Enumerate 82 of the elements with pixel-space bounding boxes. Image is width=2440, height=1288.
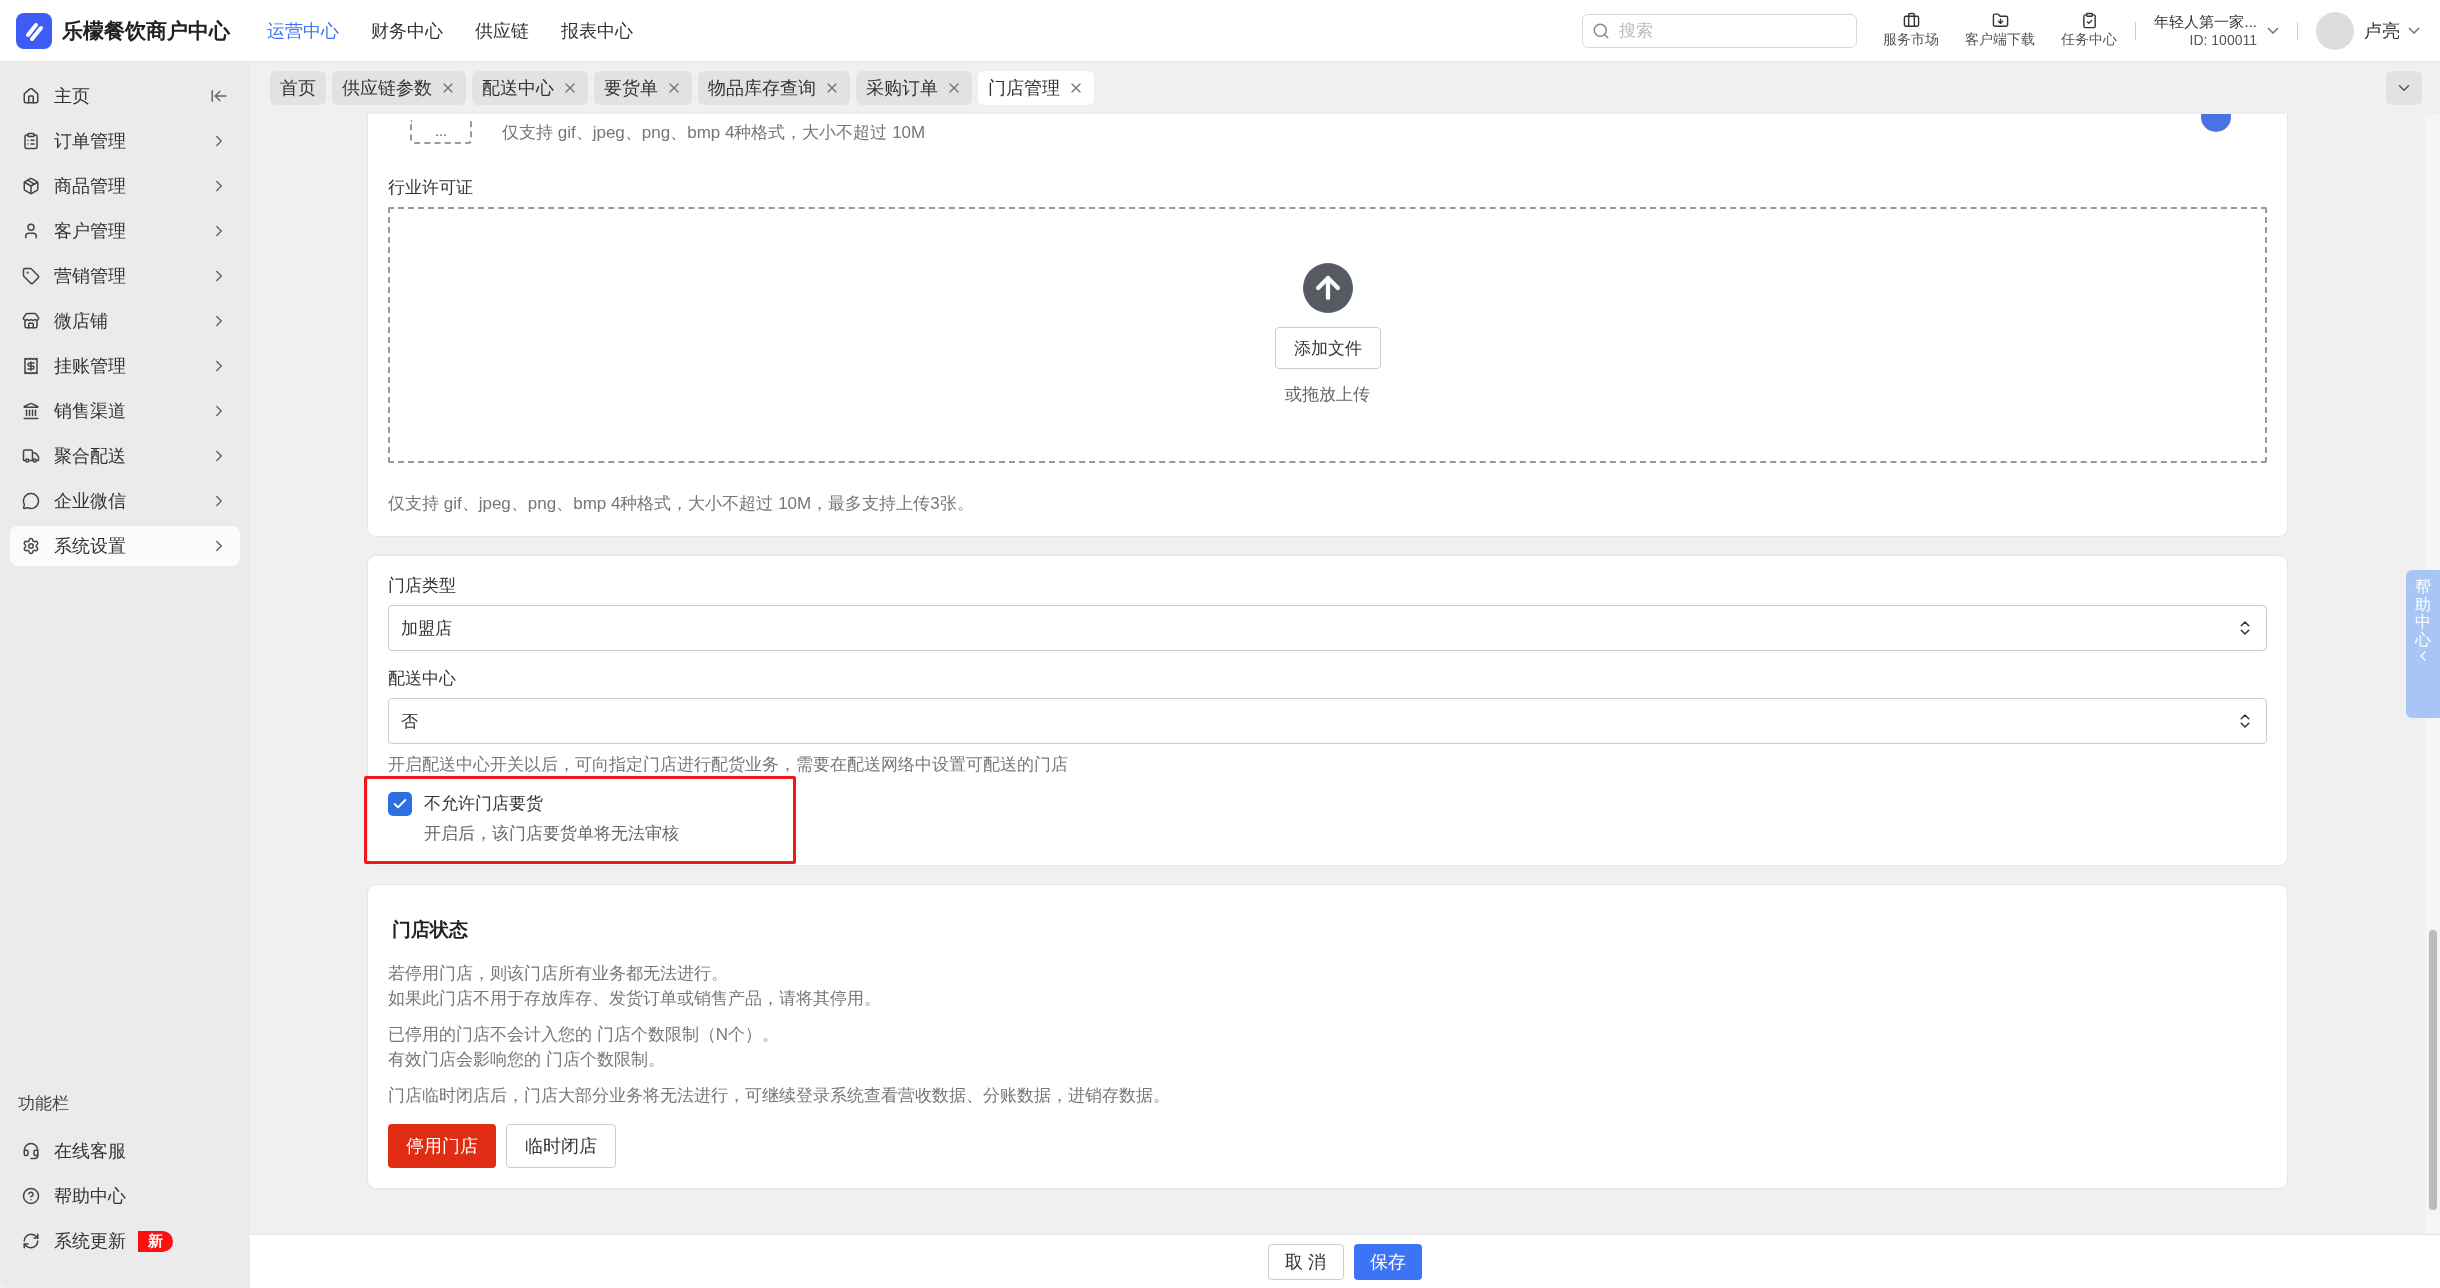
page-tab[interactable]: 首页 xyxy=(270,71,326,105)
toolbar-link[interactable]: 客户端下载 xyxy=(1965,12,2036,49)
action-button[interactable]: 停用门店 xyxy=(388,1124,496,1168)
refresh-icon xyxy=(22,1232,40,1250)
briefcase-icon xyxy=(1903,12,1920,29)
new-badge: 新 xyxy=(138,1230,173,1252)
add-file-button[interactable]: 添加文件 xyxy=(1274,327,1381,369)
chevron-down-icon xyxy=(2408,27,2420,34)
section-title: 功能栏 xyxy=(18,1093,70,1115)
distribution-select[interactable]: 否 xyxy=(388,698,2267,744)
home-icon xyxy=(22,87,40,105)
upload-icon xyxy=(1302,263,1353,313)
description-text: 如果此门店不用于存放库存、发货订单或销售产品，请将其停用。 xyxy=(388,988,882,1010)
nav-item[interactable]: 运营中心 xyxy=(267,18,339,43)
sidebar-item[interactable]: 客户管理 xyxy=(10,211,240,251)
page-tab[interactable]: 供应链参数 xyxy=(332,71,466,105)
description-text: 有效门店会影响您的 门店个数限制。 xyxy=(388,1049,666,1071)
description-text: 若停用门店，则该门店所有业务都无法进行。 xyxy=(388,962,729,985)
search-field[interactable]: 搜索 xyxy=(1582,13,1858,48)
page-tab[interactable]: 要货单 xyxy=(594,71,692,105)
page-tab[interactable]: 配送中心 xyxy=(472,71,588,105)
sidebar-item[interactable]: 聚合配送 xyxy=(10,436,240,476)
folder-download-icon xyxy=(1992,12,2009,29)
tag-icon xyxy=(22,267,40,285)
logo-icon xyxy=(16,12,52,49)
sidebar-item[interactable]: 主页 xyxy=(10,76,240,116)
checkbox[interactable] xyxy=(388,791,412,816)
checkbox-description: 开启后，该门店要货单将无法审核 xyxy=(424,822,680,845)
help-icon xyxy=(22,1187,40,1205)
function-item[interactable]: 系统更新 新 xyxy=(10,1221,240,1261)
user-name[interactable]: 卢亮 xyxy=(2364,18,2400,43)
sidebar-item[interactable]: 营销管理 xyxy=(10,256,240,296)
settings-icon xyxy=(22,537,40,555)
field-label: 行业许可证 xyxy=(388,176,474,199)
headset-icon xyxy=(22,1142,40,1160)
toolbar-link[interactable]: 服务市场 xyxy=(1883,12,1940,49)
field-label: 配送中心 xyxy=(388,668,457,690)
description-text: 门店临时闭店后，门店大部分业务将无法进行，可继续登录系统查看营收数据、分账数据，进销存数据。 xyxy=(388,1084,1171,1107)
nav-item[interactable]: 报表中心 xyxy=(561,18,633,43)
function-item[interactable]: 在线客服 xyxy=(10,1131,240,1171)
clipboard-check-icon xyxy=(2081,12,2098,29)
page-tab[interactable]: 门店管理 xyxy=(978,71,1094,105)
list-icon xyxy=(22,132,40,150)
action-button[interactable]: 临时闭店 xyxy=(506,1124,616,1168)
sidebar-item[interactable]: 系统设置 xyxy=(10,526,240,566)
upload-hint: 仅支持 gif、jpeg、png、bmp 4种格式，大小不超过 10M，最多支持上传3张。 xyxy=(388,492,975,515)
upload-thumbnail[interactable]: ... xyxy=(410,120,472,144)
nav-item[interactable]: 财务中心 xyxy=(371,18,443,43)
account-switcher[interactable]: 年轻人第一家... ID: 100011 xyxy=(2154,13,2257,48)
field-label: 门店类型 xyxy=(388,575,457,597)
footer-button[interactable]: 取 消 xyxy=(1268,1243,1344,1280)
description-text: 已停用的门店不会计入您的 门店个数限制（N个）。 xyxy=(388,1023,780,1046)
upload-hint: 仅支持 gif、jpeg、png、bmp 4种格式，大小不超过 10M xyxy=(502,122,926,144)
sidebar-item[interactable]: 挂账管理 xyxy=(10,346,240,386)
function-item[interactable]: 帮助中心 xyxy=(10,1176,240,1216)
sidebar-item[interactable]: 企业微信 xyxy=(10,481,240,521)
card-title: 门店状态 xyxy=(392,917,469,942)
sidebar-item[interactable]: 订单管理 xyxy=(10,121,240,161)
toolbar-link[interactable]: 任务中心 xyxy=(2061,12,2118,49)
bank-icon xyxy=(22,402,40,420)
page-tab[interactable]: 采购订单 xyxy=(856,71,972,105)
package-icon xyxy=(22,177,40,195)
truck-icon xyxy=(22,447,40,465)
sidebar-item[interactable]: 销售渠道 xyxy=(10,391,240,431)
chat-icon xyxy=(22,492,40,510)
page-tab[interactable]: 物品库存查询 xyxy=(698,71,850,105)
field-hint: 开启配送中心开关以后，可向指定门店进行配货业务，需要在配送网络中设置可配送的门店 xyxy=(388,754,1069,776)
collapse-icon xyxy=(210,87,228,105)
store-icon xyxy=(22,312,40,330)
sidebar-item[interactable]: 微店铺 xyxy=(10,301,240,341)
search-icon xyxy=(1592,21,1611,40)
drop-zone[interactable]: 添加文件 或拖放上传 xyxy=(388,206,2267,463)
footer-button[interactable]: 保存 xyxy=(1353,1243,1422,1280)
chevron-down-icon xyxy=(2267,27,2279,34)
receipt-icon xyxy=(22,357,40,375)
drop-hint: 或拖放上传 xyxy=(1285,384,1370,406)
store-type-select[interactable]: 加盟店 xyxy=(388,605,2267,651)
sidebar-item[interactable]: 商品管理 xyxy=(10,166,240,206)
checkbox-label[interactable]: 不允许门店要货 xyxy=(388,791,2267,816)
app-title: 乐檬餐饮商户中心 xyxy=(62,17,231,44)
nav-item[interactable]: 供应链 xyxy=(475,18,529,43)
user-icon xyxy=(22,222,40,240)
